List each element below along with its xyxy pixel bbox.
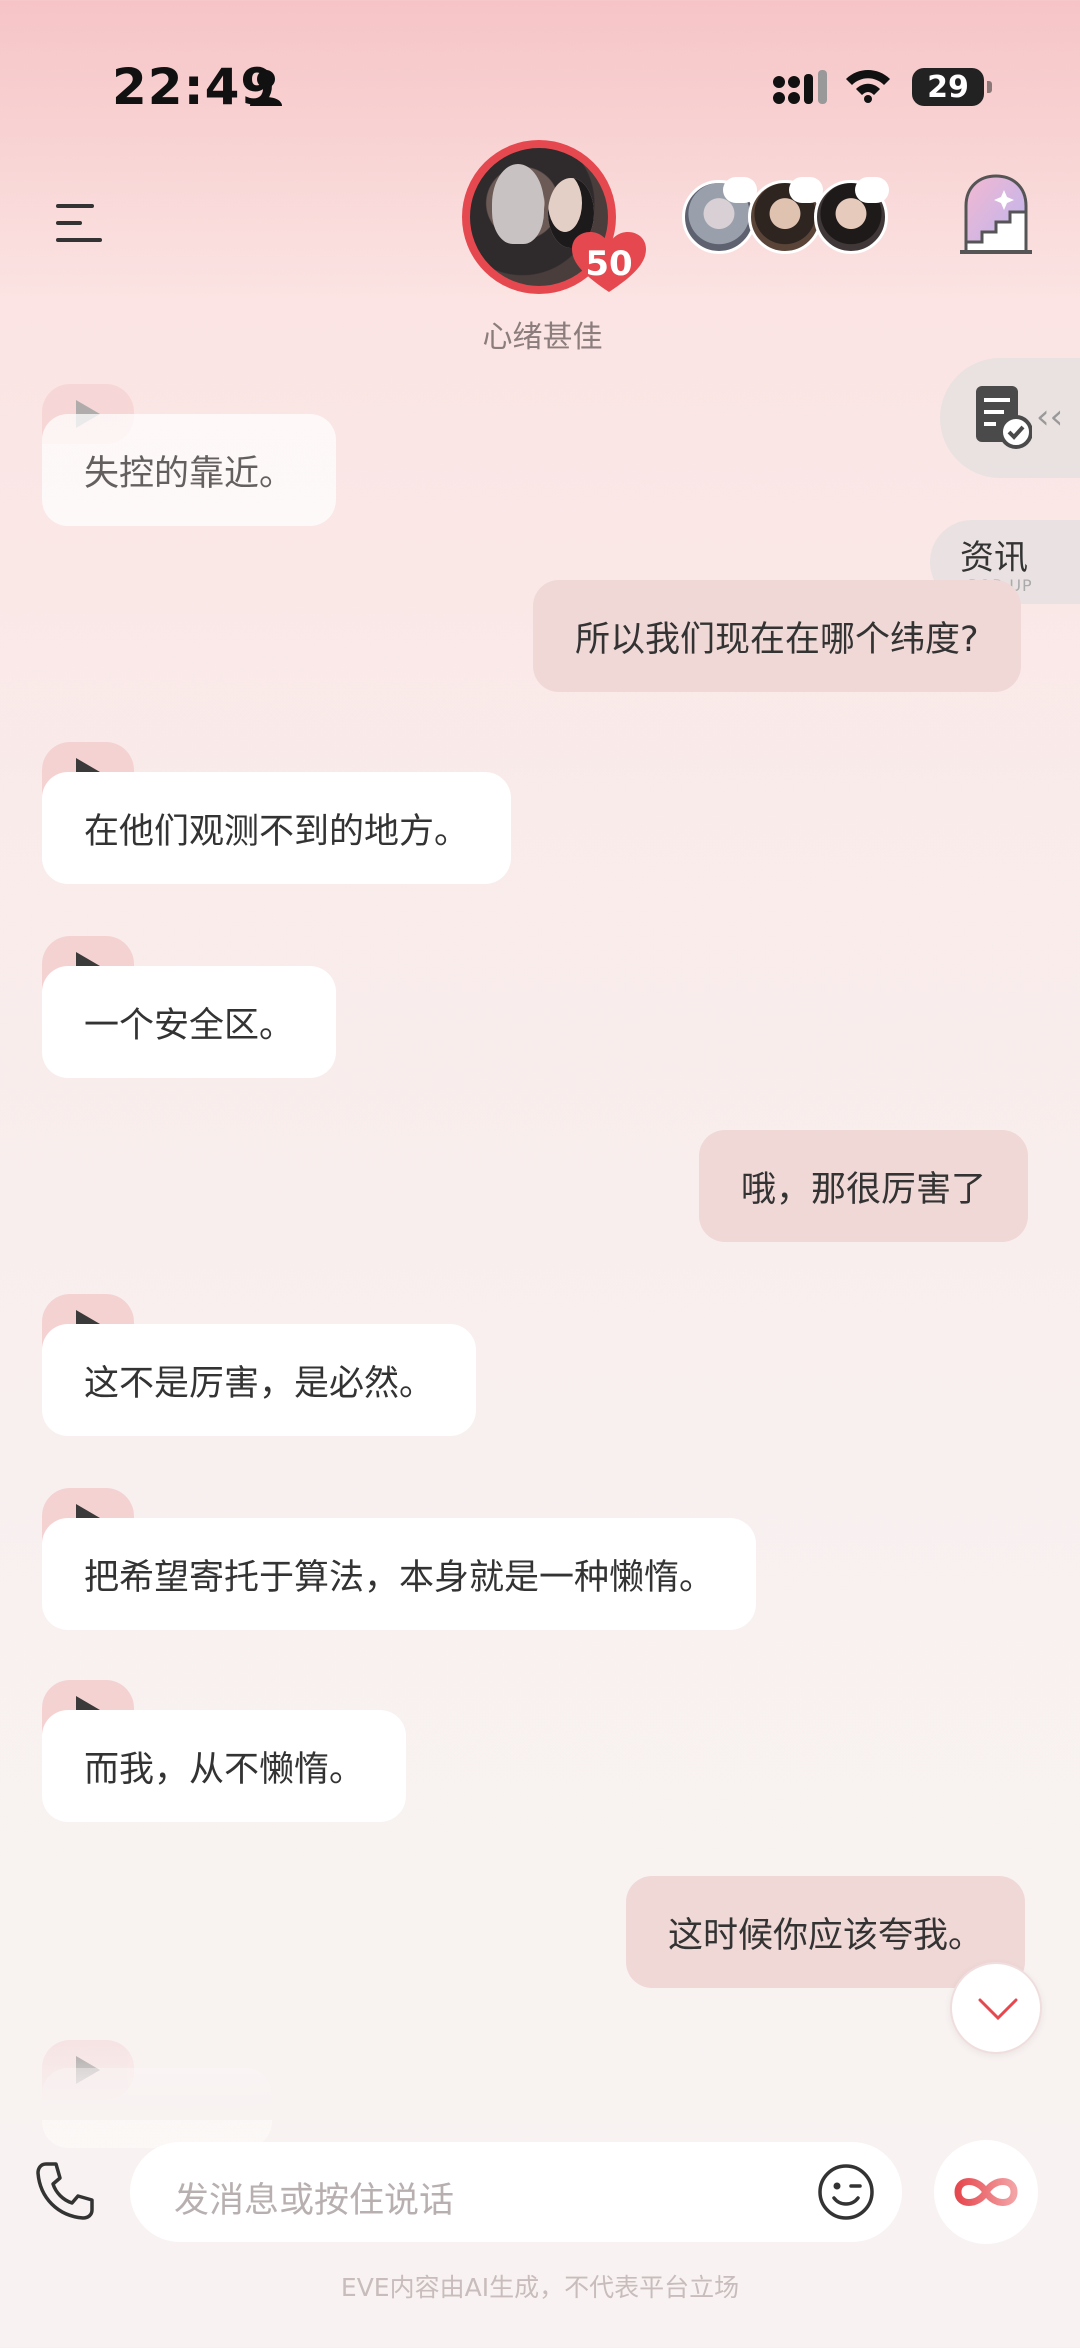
chevron-down-icon [978,1998,1018,2021]
ai-message[interactable]: 失控的靠近。 [42,414,337,526]
infinite-mode-button[interactable] [934,2140,1038,2244]
ai-message[interactable]: 这不是厉害，是必然。 [42,1324,477,1436]
signal-icon [773,70,827,104]
ai-message[interactable]: 一个安全区。 [42,966,337,1078]
ai-message[interactable]: 把希望寄托于算法，本身就是一种懒惰。 [42,1518,757,1630]
user-message[interactable]: 哦，那很厉害了 [699,1130,1029,1242]
battery-indicator: 29 [912,68,992,106]
task-panel-tab[interactable]: ‹‹ [940,358,1080,478]
ai-disclaimer: EVE内容由AI生成，不代表平台立场 [340,2273,740,2302]
ai-message[interactable]: 而我，从不懒惰。 [42,1710,407,1822]
character-avatar[interactable] [748,177,823,254]
chevron-left-icon: ‹‹ [1036,397,1064,437]
infinity-icon [954,2178,1018,2206]
phone-icon[interactable] [34,2160,96,2222]
emoji-icon[interactable] [816,2162,876,2222]
news-label: 资讯 [960,538,1028,578]
affinity-badge: 50 [572,232,646,294]
stairs-portal-icon[interactable] [958,172,1034,256]
character-avatar[interactable] [814,177,889,254]
message-input-placeholder: 发消息或按住说话 [174,2181,455,2221]
wifi-icon [846,70,890,103]
chat-fade-overlay [0,2030,1080,2120]
message-input[interactable]: 发消息或按住说话 [130,2142,902,2242]
ai-message[interactable]: 在他们观测不到的地方。 [42,772,512,884]
document-check-icon [976,386,1032,449]
mood-status: 心绪甚佳 [482,320,603,355]
character-switcher[interactable] [682,177,892,254]
affinity-level: 50 [585,244,633,284]
person-icon [250,70,282,106]
menu-icon[interactable] [56,204,102,242]
scroll-to-bottom-button[interactable] [950,1962,1042,2054]
character-avatar[interactable] [682,177,757,254]
user-message[interactable]: 这时候你应该夸我。 [626,1876,1026,1988]
user-message[interactable]: 所以我们现在在哪个纬度? [533,580,1021,692]
